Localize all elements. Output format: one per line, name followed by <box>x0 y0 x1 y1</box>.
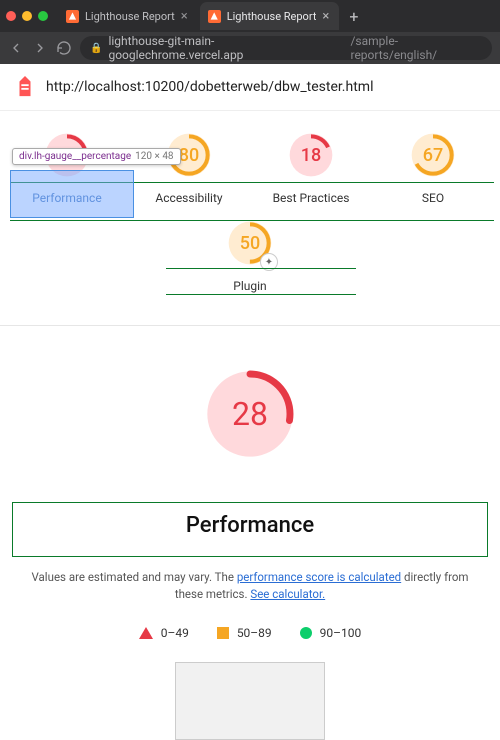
report-header: http://localhost:10200/dobetterweb/dbw_t… <box>0 64 500 111</box>
lighthouse-favicon <box>208 10 221 23</box>
lighthouse-favicon <box>66 10 79 23</box>
legend-range: 90–100 <box>320 626 362 640</box>
performance-title: Performance <box>13 513 487 538</box>
devtools-guide-line <box>166 268 356 269</box>
lock-icon: 🔒 <box>90 43 102 54</box>
gauge-seo[interactable]: 67 SEO <box>373 131 493 205</box>
report-url: http://localhost:10200/dobetterweb/dbw_t… <box>46 79 373 95</box>
gauge-best-practices[interactable]: 18 Best Practices <box>251 131 371 205</box>
reload-icon[interactable] <box>56 40 72 56</box>
score-legend: 0–49 50–89 90–100 <box>12 626 488 640</box>
back-icon[interactable] <box>8 40 24 56</box>
performance-title-box: Performance <box>12 502 488 557</box>
lighthouse-logo-icon <box>14 74 36 100</box>
minimize-window-icon[interactable] <box>22 11 32 21</box>
devtools-guide-line <box>10 220 494 221</box>
section-divider <box>0 325 500 326</box>
browser-tab[interactable]: Lighthouse Report × <box>58 2 198 30</box>
address-bar: 🔒 lighthouse-git-main-googlechrome.verce… <box>0 32 500 64</box>
new-tab-button[interactable]: + <box>341 7 366 26</box>
tab-title: Lighthouse Report <box>227 10 317 23</box>
gauge-score: 67 <box>409 131 457 179</box>
legend-fail: 0–49 <box>139 626 189 640</box>
triangle-fail-icon <box>139 627 153 639</box>
devtools-highlight-overlay <box>10 170 134 218</box>
close-tab-icon[interactable]: × <box>322 9 329 24</box>
legend-range: 50–89 <box>237 626 272 640</box>
square-avg-icon <box>217 627 229 639</box>
window-controls <box>6 11 48 21</box>
screenshot-thumbnail-placeholder <box>175 662 325 740</box>
gauge-plugin[interactable]: 50 ✦ Plugin <box>190 219 310 293</box>
close-window-icon[interactable] <box>6 11 16 21</box>
gauge-row-plugins: 50 ✦ Plugin <box>0 209 500 313</box>
tooltip-selector: div.lh-gauge__percentage <box>19 151 131 162</box>
maximize-window-icon[interactable] <box>38 11 48 21</box>
devtools-guide-line <box>166 294 356 295</box>
performance-description: Values are estimated and may vary. The p… <box>30 569 470 604</box>
link-score-calc[interactable]: performance score is calculated <box>237 570 401 584</box>
gauge-label: Best Practices <box>273 191 350 205</box>
tooltip-dimensions: 120 × 48 <box>135 151 173 162</box>
performance-section: 28 Performance Values are estimated and … <box>0 366 500 740</box>
circle-pass-icon <box>300 627 312 639</box>
tab-bar: Lighthouse Report × Lighthouse Report × … <box>0 0 500 32</box>
devtools-element-tooltip: div.lh-gauge__percentage 120 × 48 <box>12 148 181 165</box>
gauge-label: Plugin <box>233 279 266 293</box>
legend-range: 0–49 <box>161 626 189 640</box>
browser-chrome: Lighthouse Report × Lighthouse Report × … <box>0 0 500 64</box>
legend-average: 50–89 <box>217 626 272 640</box>
url-host: lighthouse-git-main-googlechrome.vercel.… <box>108 34 344 62</box>
omnibox[interactable]: 🔒 lighthouse-git-main-googlechrome.verce… <box>80 36 492 60</box>
browser-tab-active[interactable]: Lighthouse Report × <box>200 2 340 30</box>
close-tab-icon[interactable]: × <box>181 9 188 24</box>
link-see-calculator[interactable]: See calculator. <box>250 587 325 601</box>
gauge-score: 18 <box>287 131 335 179</box>
legend-pass: 90–100 <box>300 626 362 640</box>
tab-title: Lighthouse Report <box>85 10 175 23</box>
page-content: http://localhost:10200/dobetterweb/dbw_t… <box>0 64 500 740</box>
gauge-accessibility[interactable]: 80 Accessibility <box>129 131 249 205</box>
performance-big-gauge: 28 <box>202 366 298 462</box>
url-path: /sample-reports/english/ <box>350 34 482 62</box>
forward-icon[interactable] <box>32 40 48 56</box>
desc-text: Values are estimated and may vary. The <box>31 570 236 584</box>
performance-big-score: 28 <box>202 366 298 462</box>
gauge-label: SEO <box>422 191 444 205</box>
gauge-label: Accessibility <box>155 191 222 205</box>
